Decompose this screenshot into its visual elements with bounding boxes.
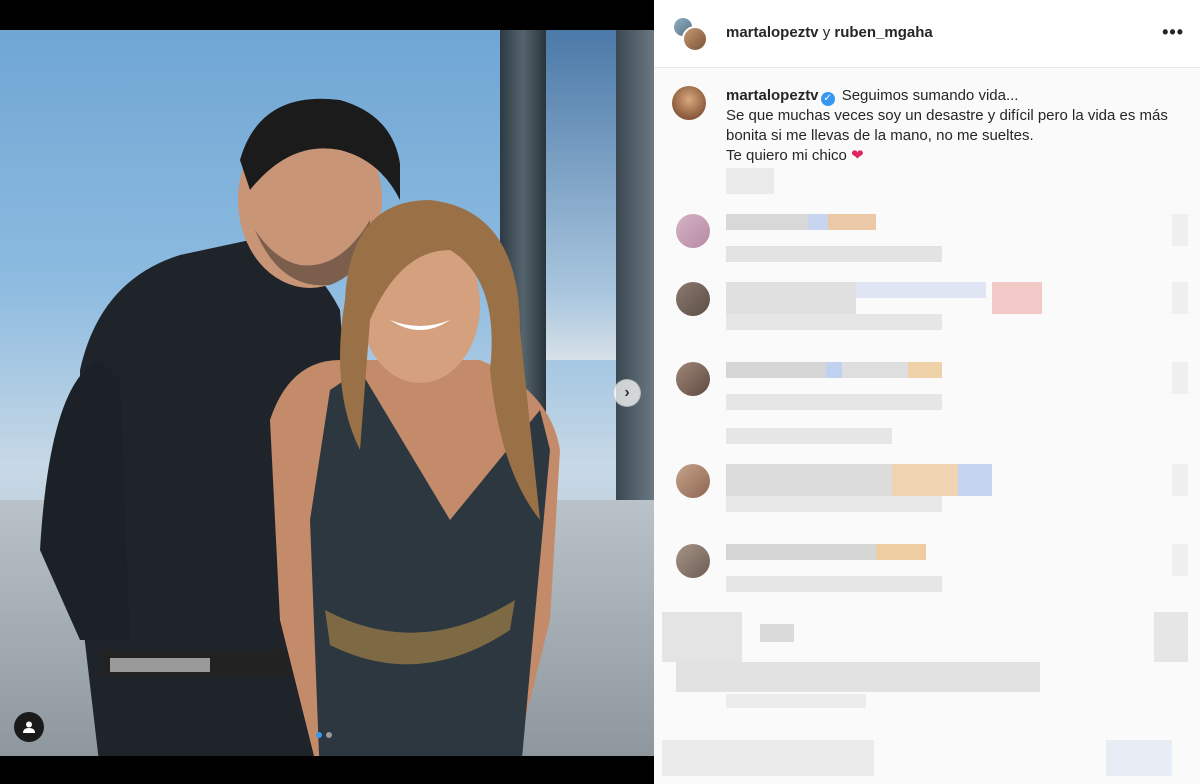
carousel-dots (316, 732, 332, 738)
carousel-dot (326, 732, 332, 738)
post-header: martalopeztv y ruben_mgaha ••• (654, 0, 1200, 68)
heart-emoji: ❤ (851, 147, 864, 164)
post-media-pane: › (0, 0, 654, 784)
tagged-users-button[interactable] (14, 712, 44, 742)
caption-line: Te quiero mi chico (726, 147, 847, 164)
avatar[interactable] (672, 86, 706, 120)
more-options-button[interactable]: ••• (1162, 22, 1184, 43)
avatar (676, 214, 710, 248)
photo-woman-figure (270, 200, 560, 756)
avatar (676, 282, 710, 316)
caption-line: Seguimos sumando vida... (841, 87, 1019, 104)
author-link[interactable]: martalopeztv (726, 24, 819, 41)
collab-avatars[interactable] (672, 16, 708, 52)
caption-username[interactable]: martalopeztv (726, 87, 819, 104)
chevron-right-icon: › (624, 384, 630, 401)
author-joiner: y (822, 24, 831, 41)
post-sidebar: martalopeztv y ruben_mgaha ••• martalope… (654, 0, 1200, 784)
avatar (676, 544, 710, 578)
coauthor-link[interactable]: ruben_mgaha (834, 24, 932, 41)
carousel-dot (316, 732, 322, 738)
avatar[interactable] (682, 26, 708, 52)
verified-badge-icon: ✓ (820, 92, 835, 106)
avatar (676, 464, 710, 498)
carousel-next-button[interactable]: › (613, 379, 641, 407)
user-icon (23, 721, 35, 733)
avatar (676, 362, 710, 396)
caption-line: Se que muchas veces soy un desastre y di… (726, 107, 1168, 144)
post-authors: martalopeztv y ruben_mgaha (726, 24, 933, 41)
post-caption: martalopeztv ✓ Seguimos sumando vida... S… (654, 68, 1200, 166)
post-photo[interactable] (0, 30, 654, 756)
